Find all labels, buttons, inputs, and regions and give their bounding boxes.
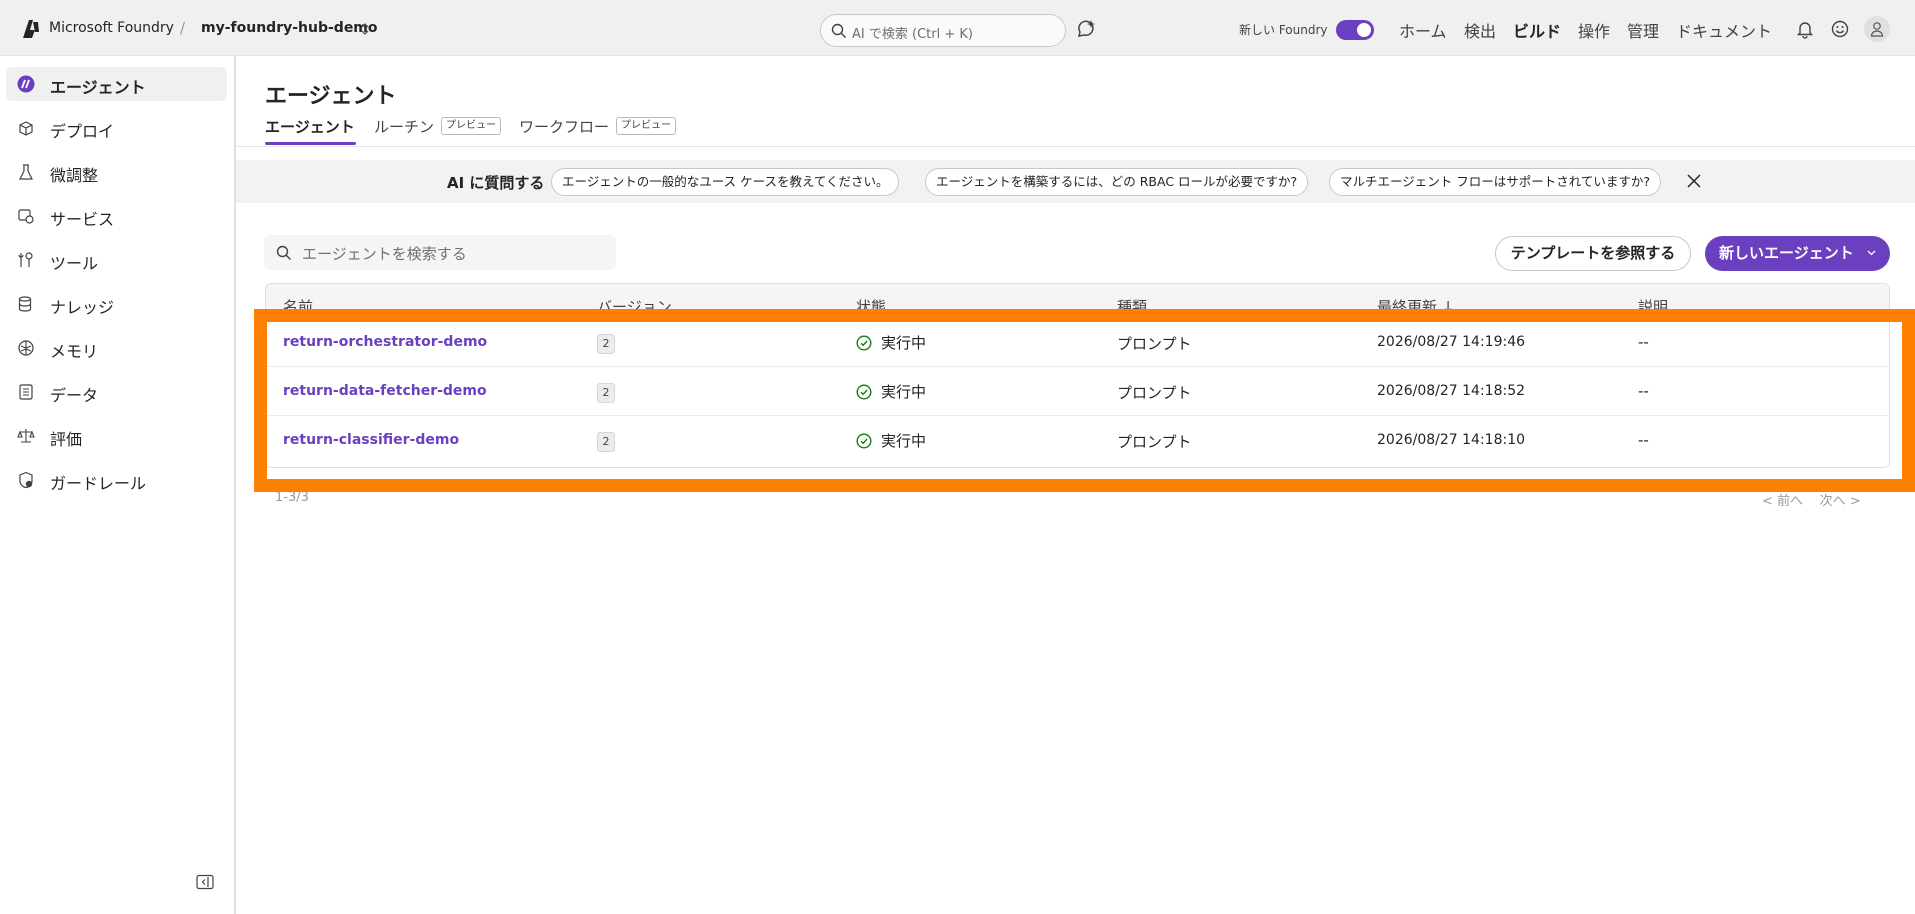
nav-home[interactable]: ホーム [1399, 18, 1447, 42]
person-icon [1870, 22, 1884, 37]
nav-admin[interactable]: 管理 [1627, 18, 1659, 42]
ai-suggestion-chip[interactable]: エージェントを構築するには、どの RBAC ロールが必要ですか? [925, 168, 1309, 196]
sidebar: エージェント デプロイ 微調整 サービス ツール ナレッジ メモリ データ 評価… [0, 56, 236, 914]
scale-icon [17, 429, 35, 443]
sidebar-item-label: ツール [50, 254, 99, 273]
sidebar-item-label: サービス [50, 210, 115, 229]
sidebar-item-guardrails[interactable]: ガードレール [6, 463, 227, 497]
search-icon [831, 23, 846, 38]
sidebar-item-label: エージェント [50, 78, 146, 97]
sidebar-item-label: ナレッジ [50, 298, 115, 317]
page-title: エージェント [265, 84, 397, 109]
nav-build[interactable]: ビルド [1513, 18, 1561, 42]
project-selector[interactable]: my-foundry-hub-demo [201, 20, 378, 36]
global-search-placeholder: AI で検索 (Ctrl + K) [852, 27, 973, 42]
sidebar-item-data[interactable]: データ [6, 375, 227, 409]
breadcrumb-separator: / [180, 19, 186, 37]
agent-search-input[interactable]: エージェントを検索する [264, 235, 616, 270]
sidebar-item-finetune[interactable]: 微調整 [6, 155, 227, 189]
preview-badge: プレビュー [616, 117, 676, 135]
divider [236, 146, 1915, 147]
agent-icon [17, 75, 35, 93]
agent-search-placeholder: エージェントを検索する [302, 245, 467, 263]
tab-active-indicator [265, 142, 356, 145]
sidebar-item-tools[interactable]: ツール [6, 243, 227, 277]
database-icon [18, 296, 32, 312]
sidebar-item-label: 微調整 [50, 166, 99, 185]
sidebar-item-label: ガードレール [50, 474, 147, 493]
services-icon [18, 209, 34, 224]
nav-discover[interactable]: 検出 [1464, 18, 1496, 42]
sidebar-item-deploy[interactable]: デプロイ [6, 111, 227, 145]
bell-icon[interactable] [1795, 19, 1815, 39]
new-agent-label: 新しいエージェント [1719, 244, 1854, 262]
browse-templates-button[interactable]: テンプレートを参照する [1495, 236, 1691, 271]
chevron-up-down-icon[interactable] [360, 22, 370, 36]
sidebar-item-services[interactable]: サービス [6, 199, 227, 233]
sidebar-item-label: データ [50, 386, 99, 405]
sidebar-item-label: 評価 [50, 430, 83, 449]
foundry-logo-icon [23, 20, 39, 38]
sidebar-item-label: デプロイ [50, 122, 115, 141]
chat-sparkle-icon[interactable] [1075, 18, 1097, 40]
shield-icon [19, 471, 33, 489]
top-bar: Microsoft Foundry / my-foundry-hub-demo … [0, 0, 1915, 56]
ask-ai-label: AI に質問する [447, 174, 545, 192]
new-foundry-toggle[interactable] [1336, 20, 1374, 40]
pagination-summary: 1-3/3 [275, 490, 309, 505]
new-agent-button[interactable]: 新しいエージェント [1705, 236, 1890, 271]
pagination-controls[interactable]: < 前へ 次へ > [1762, 490, 1861, 509]
document-icon [19, 384, 33, 400]
previous-page-button[interactable]: < 前へ [1762, 494, 1803, 509]
user-avatar[interactable] [1864, 16, 1890, 42]
chevron-down-icon [1867, 250, 1876, 256]
global-search-input[interactable]: AI で検索 (Ctrl + K) [820, 14, 1066, 47]
cube-icon [19, 121, 33, 136]
ai-suggestion-chip[interactable]: マルチエージェント フローはサポートされていますか? [1329, 168, 1661, 196]
sidebar-item-memory[interactable]: メモリ [6, 331, 227, 365]
sidebar-item-knowledge[interactable]: ナレッジ [6, 287, 227, 321]
close-icon[interactable] [1686, 173, 1702, 189]
brain-icon [18, 340, 34, 356]
highlight-box [254, 309, 1915, 492]
next-page-button[interactable]: 次へ > [1820, 494, 1861, 509]
flask-icon [19, 164, 33, 180]
feedback-smiley-icon[interactable] [1830, 19, 1850, 39]
wrench-icon [18, 252, 33, 267]
preview-badge: プレビュー [441, 117, 501, 135]
sidebar-item-evaluation[interactable]: 評価 [6, 419, 227, 453]
nav-docs[interactable]: ドキュメント [1676, 18, 1772, 42]
tab-routines[interactable]: ルーチン [374, 116, 434, 137]
sidebar-item-agents[interactable]: エージェント [6, 67, 227, 101]
app-name[interactable]: Microsoft Foundry [49, 20, 174, 36]
collapse-sidebar-icon[interactable] [196, 874, 214, 890]
new-foundry-label: 新しい Foundry [1239, 23, 1328, 37]
ai-suggestion-chip[interactable]: エージェントの一般的なユース ケースを教えてください。 [551, 168, 900, 196]
tab-workflows[interactable]: ワークフロー [519, 116, 609, 137]
search-icon [276, 245, 291, 260]
sidebar-item-label: メモリ [50, 342, 99, 361]
nav-operate[interactable]: 操作 [1578, 18, 1610, 42]
tab-agents[interactable]: エージェント [265, 116, 355, 137]
